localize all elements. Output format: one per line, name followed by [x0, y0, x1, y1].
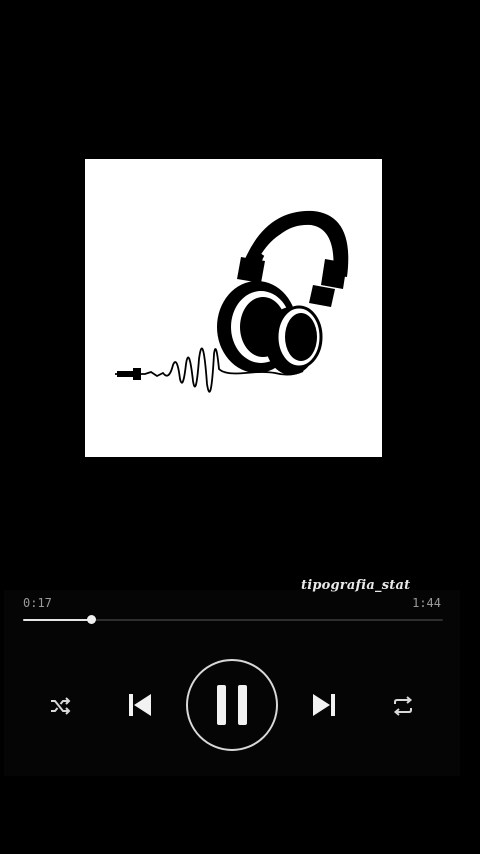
- skip-next-icon: [313, 694, 335, 716]
- headphones-icon: [115, 210, 349, 393]
- progress-bar[interactable]: [23, 615, 443, 624]
- shuffle-button[interactable]: [46, 692, 74, 720]
- previous-button[interactable]: [124, 688, 156, 722]
- skip-previous-icon: [129, 694, 151, 716]
- elapsed-time: 0:17: [23, 596, 52, 610]
- shuffle-icon: [51, 697, 71, 715]
- repeat-button[interactable]: [388, 692, 418, 720]
- album-artwork: [85, 159, 382, 457]
- progress-knob[interactable]: [87, 615, 97, 624]
- play-pause-button[interactable]: [186, 659, 278, 751]
- total-time: 1:44: [412, 596, 441, 610]
- repeat-icon: [393, 696, 413, 716]
- next-button[interactable]: [308, 688, 340, 722]
- watermark-text: tipografia_stat: [301, 578, 411, 593]
- pause-icon: [217, 685, 247, 725]
- progress-fill: [23, 619, 92, 621]
